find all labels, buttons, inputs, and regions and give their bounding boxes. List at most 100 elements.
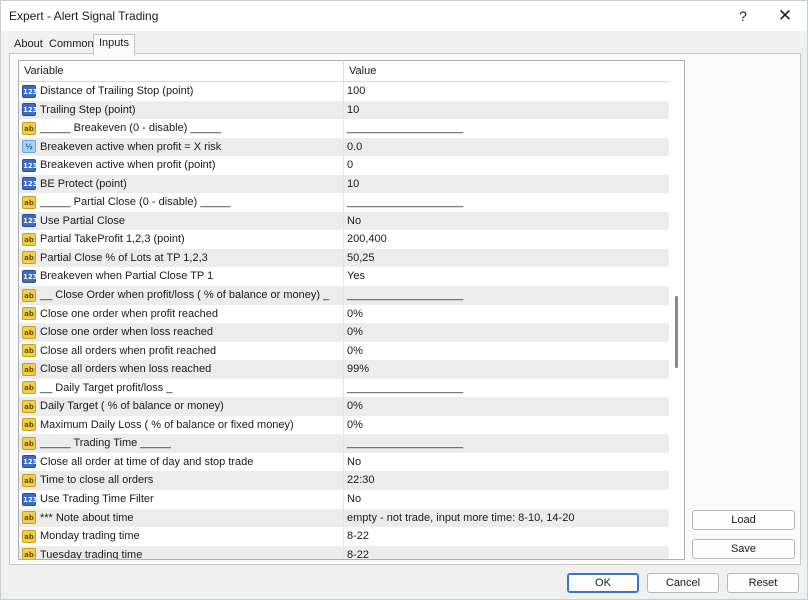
variable-value[interactable]: 8-22 xyxy=(347,549,369,559)
column-divider[interactable] xyxy=(343,61,344,82)
variable-value[interactable]: 200,400 xyxy=(347,233,387,245)
string-type-icon: ab xyxy=(22,548,36,559)
grid-header: Variable Value xyxy=(19,61,669,82)
variable-value[interactable]: 100 xyxy=(347,85,365,97)
table-row[interactable]: 123 Use Trading Time Filter No xyxy=(19,490,669,509)
variable-name: Maximum Daily Loss ( % of balance or fix… xyxy=(40,418,294,431)
table-row[interactable]: 123 Breakeven active when profit (point) 0 xyxy=(19,156,669,175)
column-separator xyxy=(343,452,344,472)
table-row[interactable]: ab _____ Trading Time _____ ______________… xyxy=(19,434,669,453)
variable-value[interactable]: 10 xyxy=(347,104,359,116)
close-button[interactable]: ✕ xyxy=(767,3,803,29)
table-row[interactable]: ab Close one order when profit reached 0% xyxy=(19,304,669,324)
vertical-scrollbar[interactable] xyxy=(669,61,684,559)
table-row[interactable]: ab __ Daily Target profit/loss _ _________… xyxy=(19,378,669,398)
string-type-icon: ab xyxy=(22,325,36,339)
variable-value[interactable]: ___________________ xyxy=(347,437,463,449)
variable-name: Breakeven active when profit (point) xyxy=(40,159,216,172)
variable-value[interactable]: 50,25 xyxy=(347,252,375,264)
string-type-icon: ab xyxy=(22,511,36,525)
variable-value[interactable]: No xyxy=(347,456,361,468)
variable-name: Breakeven active when profit = X risk xyxy=(40,140,222,153)
tab-inputs[interactable]: Inputs xyxy=(93,34,135,55)
variable-value[interactable]: ___________________ xyxy=(347,122,463,134)
tab-about[interactable]: About xyxy=(11,36,46,54)
column-header-value[interactable]: Value xyxy=(349,65,376,77)
variable-value[interactable]: Yes xyxy=(347,270,365,282)
save-button[interactable]: Save xyxy=(692,539,795,559)
cancel-button[interactable]: Cancel xyxy=(647,573,719,593)
variable-value[interactable]: empty - not trade, input more time: 8-10… xyxy=(347,512,574,524)
table-row[interactable]: 123 BE Protect (point) 10 xyxy=(19,174,669,194)
integer-type-icon: 123 xyxy=(22,455,38,469)
variable-value[interactable]: 22:30 xyxy=(347,474,375,486)
table-row[interactable]: ab Partial Close % of Lots at TP 1,2,3 50,… xyxy=(19,248,669,268)
column-header-variable[interactable]: Variable xyxy=(24,65,64,77)
table-row[interactable]: ab _____ Breakeven (0 - disable) _____ ___… xyxy=(19,119,669,138)
variable-name: Partial TakeProfit 1,2,3 (point) xyxy=(40,233,185,246)
table-row[interactable]: ab Partial TakeProfit 1,2,3 (point) 200,40… xyxy=(19,230,669,249)
column-separator xyxy=(343,508,344,528)
ok-button[interactable]: OK xyxy=(567,573,639,593)
table-row[interactable]: 123 Close all order at time of day and st… xyxy=(19,452,669,472)
variable-name: Distance of Trailing Stop (point) xyxy=(40,85,194,97)
column-separator xyxy=(343,211,344,231)
table-row[interactable]: ab Tuesday trading time 8-22 xyxy=(19,545,669,559)
integer-type-icon: 123 xyxy=(22,103,38,117)
variable-value[interactable]: 0% xyxy=(347,326,363,338)
scrollbar-thumb[interactable] xyxy=(675,296,678,368)
variable-value[interactable]: ___________________ xyxy=(347,382,463,394)
variable-value[interactable]: No xyxy=(347,493,361,505)
reset-button[interactable]: Reset xyxy=(727,573,799,593)
table-row[interactable]: 123 Breakeven when Partial Close TP 1 Yes xyxy=(19,267,669,287)
table-row[interactable]: ab *** Note about time empty - not trade, … xyxy=(19,508,669,528)
table-row[interactable]: ab Daily Target ( % of balance or money) 0… xyxy=(19,397,669,416)
variable-value[interactable]: 0% xyxy=(347,419,363,431)
integer-type-icon: 123 xyxy=(22,492,38,506)
variable-value[interactable]: 99% xyxy=(347,363,369,375)
table-row[interactable]: ab _____ Partial Close (0 - disable) ____… xyxy=(19,193,669,212)
integer-type-icon: 123 xyxy=(22,158,38,172)
variable-value[interactable]: 0% xyxy=(347,400,363,412)
table-row[interactable]: 123 Distance of Trailing Stop (point) 100 xyxy=(19,82,669,101)
variable-value[interactable]: 8-22 xyxy=(347,530,369,542)
column-separator xyxy=(343,434,344,453)
column-separator xyxy=(343,100,344,120)
string-type-icon: ab xyxy=(22,529,36,543)
variable-name: __ Close Order when profit/loss ( % of b… xyxy=(40,289,330,302)
string-type-icon: ab xyxy=(22,381,36,395)
variable-value[interactable]: ___________________ xyxy=(347,289,463,301)
variable-name: Close all orders when profit reached xyxy=(40,344,217,357)
column-separator xyxy=(343,378,344,398)
variable-name: *** Note about time xyxy=(40,511,134,524)
variable-name: Trailing Step (point) xyxy=(40,103,136,116)
table-row[interactable]: ab Close all orders when profit reached 0% xyxy=(19,341,669,361)
variable-value[interactable]: 10 xyxy=(347,178,359,190)
table-row[interactable]: ab Time to close all orders 22:30 xyxy=(19,471,669,491)
table-row[interactable]: ab Monday trading time 8-22 xyxy=(19,527,669,546)
tab-common[interactable]: Common xyxy=(46,36,97,54)
integer-type-icon: 123 xyxy=(22,177,38,191)
title-bar: Expert - Alert Signal Trading ? ✕ xyxy=(1,1,807,31)
table-row[interactable]: 123 Use Partial Close No xyxy=(19,211,669,231)
variable-value[interactable]: 0% xyxy=(347,308,363,320)
column-separator xyxy=(343,527,344,546)
variable-value[interactable]: ___________________ xyxy=(347,196,463,208)
table-row[interactable]: ab Close all orders when loss reached 99% xyxy=(19,360,669,379)
integer-type-icon: 123 xyxy=(22,84,38,98)
variable-value[interactable]: 0 xyxy=(347,159,353,171)
table-row[interactable]: ½ Breakeven active when profit = X risk 0.… xyxy=(19,137,669,157)
variable-name: Close one order when profit reached xyxy=(40,307,218,320)
variable-value[interactable]: No xyxy=(347,215,361,227)
string-type-icon: ab xyxy=(22,288,36,302)
load-button[interactable]: Load xyxy=(692,510,795,530)
table-row[interactable]: ab Maximum Daily Loss ( % of balance or f… xyxy=(19,415,669,435)
table-row[interactable]: 123 Trailing Step (point) 10 xyxy=(19,100,669,120)
variable-value[interactable]: 0.0 xyxy=(347,141,362,153)
variable-value[interactable]: 0% xyxy=(347,345,363,357)
string-type-icon: ab xyxy=(22,418,36,432)
help-button[interactable]: ? xyxy=(725,3,761,29)
table-row[interactable]: ab Close one order when loss reached 0% xyxy=(19,323,669,342)
table-row[interactable]: ab __ Close Order when profit/loss ( % of… xyxy=(19,286,669,305)
grid-rows: 123 Distance of Trailing Stop (point) 100 1… xyxy=(19,82,669,559)
